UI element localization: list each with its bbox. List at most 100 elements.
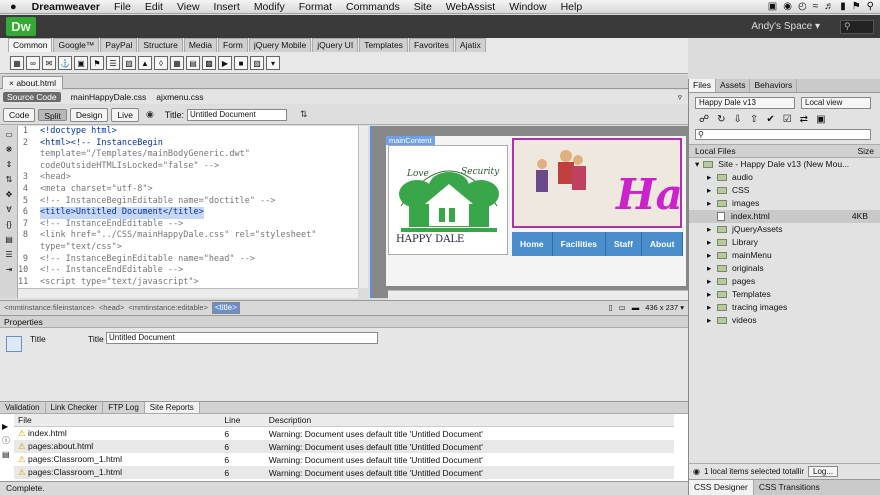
get-files-icon[interactable]: ⇩ [734, 114, 742, 125]
table-row[interactable]: ⚠ pages:Classroom_1.html 6 Warning: Docume… [14, 453, 674, 466]
ssi-icon[interactable]: ▨ [250, 56, 264, 70]
properties-header[interactable]: Properties [0, 316, 688, 328]
table-row[interactable]: ⚠ pages:Classroom_1.html 6 Warning: Docume… [14, 466, 674, 479]
site-select[interactable]: Happy Dale v13 [695, 97, 795, 109]
tab-google[interactable]: Google™ [53, 38, 100, 52]
media-icon[interactable]: ▶ [218, 56, 232, 70]
tab-jquery-mobile[interactable]: jQuery Mobile [248, 38, 312, 52]
tab-site-reports[interactable]: Site Reports [144, 402, 200, 413]
menu-format[interactable]: Format [292, 1, 339, 13]
code-line[interactable]: 8 <link href="../CSS/mainHappyDale.css" r… [18, 230, 358, 242]
view-select[interactable]: Local view [801, 97, 871, 109]
code-line[interactable]: 7 <!-- InstanceEndEditable --> [18, 219, 358, 231]
play-icon[interactable]: ▶ [2, 420, 10, 434]
anchor-icon[interactable]: ⚓ [58, 56, 72, 70]
nav-home[interactable]: Home [512, 232, 553, 256]
evernote-icon[interactable]: ◉ [783, 1, 792, 12]
script-icon[interactable]: ◊ [154, 56, 168, 70]
title-field[interactable]: Untitled Document [106, 332, 378, 344]
workspace-switcher[interactable]: Andy's Space ▾ [751, 21, 820, 32]
tab-favorites[interactable]: Favorites [408, 38, 454, 52]
code-scrollbar-horizontal[interactable] [18, 288, 358, 298]
code-scrollbar-vertical[interactable] [358, 126, 368, 288]
tab-link-checker[interactable]: Link Checker [46, 402, 104, 413]
code-line[interactable]: 5 <!-- InstanceBeginEditable name="doctit… [18, 196, 358, 208]
tab-css-transitions[interactable]: CSS Transitions [754, 480, 825, 495]
list-item[interactable]: ▸ mainMenu [689, 249, 880, 262]
tag-icon[interactable]: ⚑ [90, 56, 104, 70]
code-line[interactable]: 9 <!-- InstanceBeginEditable name="head" … [18, 254, 358, 266]
tag-fileinstance[interactable]: <mmtinstance:fileinstance> [4, 303, 95, 312]
open-documents-icon[interactable]: ▭ [3, 130, 15, 141]
menu-webassist[interactable]: WebAssist [439, 1, 502, 13]
volume-icon[interactable]: ♬ [824, 1, 834, 12]
select-parent-icon[interactable]: ∀ [3, 205, 15, 216]
title-input[interactable]: Untitled Document [186, 108, 287, 121]
filter-icon[interactable]: ▿ [678, 92, 682, 103]
div-icon[interactable]: ▦ [10, 56, 24, 70]
expand-arrow-icon[interactable]: ▸ [707, 301, 717, 314]
table-row[interactable]: ⚠ pages:about.html 6 Warning: Document use… [14, 440, 674, 453]
balance-braces-icon[interactable]: {} [3, 220, 15, 231]
check-icon[interactable]: ⇅ [300, 109, 308, 120]
expand-arrow-icon[interactable]: ▸ [707, 249, 717, 262]
collapse-selection-icon[interactable]: ⇅ [3, 175, 15, 186]
list-item[interactable]: ▸ pages [689, 275, 880, 288]
col-file[interactable]: File [14, 414, 221, 427]
tag-editable[interactable]: <mmtinstance:editable> [128, 303, 208, 312]
col-local-files[interactable]: Local Files [695, 146, 736, 156]
tab-assets[interactable]: Assets [716, 79, 751, 92]
tab-jquery-ui[interactable]: jQuery UI [312, 38, 359, 52]
tab-ftp-log[interactable]: FTP Log [103, 402, 145, 413]
related-source-code[interactable]: Source Code [3, 92, 61, 102]
tab-behaviors[interactable]: Behaviors [750, 79, 798, 92]
menu-view[interactable]: View [170, 1, 207, 13]
flag-icon[interactable]: ⚑ [852, 1, 861, 12]
code-line[interactable]: 10 <!-- InstanceEndEditable --> [18, 265, 358, 277]
list-item[interactable]: ▸ tracing images [689, 301, 880, 314]
wifi-icon[interactable]: ≈ [813, 1, 819, 12]
list-item[interactable]: ▸ jQueryAssets [689, 223, 880, 236]
code-line[interactable]: 3 <head> [18, 172, 358, 184]
code-line[interactable]: type="text/css"> [18, 242, 358, 254]
list-item[interactable]: index.html 4KB [689, 210, 880, 223]
put-files-icon[interactable]: ⇧ [750, 114, 758, 125]
tab-validation[interactable]: Validation [0, 402, 46, 413]
tab-structure[interactable]: Structure [138, 38, 183, 52]
sync-icon[interactable]: ⇄ [800, 114, 808, 125]
spotlight-icon[interactable]: ⚲ [867, 1, 874, 12]
code-line[interactable]: 6 <title>Untitled Document</title> [18, 207, 358, 219]
show-code-navigator-icon[interactable]: ❋ [3, 145, 15, 156]
time-machine-icon[interactable]: ◴ [798, 1, 807, 12]
code-view-button[interactable]: Code [3, 107, 36, 122]
expand-arrow-icon[interactable]: ▸ [707, 288, 717, 301]
app-menu[interactable]: Dreamweaver [25, 1, 107, 13]
screen-icon[interactable]: ▣ [768, 1, 777, 12]
nav-about[interactable]: About [642, 232, 684, 256]
split-view-button[interactable]: Split [38, 108, 67, 121]
menu-modify[interactable]: Modify [247, 1, 292, 13]
expand-arrow-icon[interactable]: ▸ [707, 275, 717, 288]
menu-site[interactable]: Site [407, 1, 439, 13]
expand-arrow-icon[interactable]: ▸ [707, 184, 717, 197]
expand-arrow-icon[interactable]: ▸ [707, 197, 717, 210]
nav-facilities[interactable]: Facilities [553, 232, 607, 256]
wrap-tag-icon[interactable]: ☰ [3, 250, 15, 261]
col-size[interactable]: Size [857, 146, 874, 156]
info-icon[interactable]: ⓘ [2, 434, 10, 448]
related-main-css[interactable]: mainHappyDale.css [71, 92, 147, 102]
table-row[interactable]: ⚠ index.html 6 Warning: Document uses defa… [14, 427, 674, 441]
list-item[interactable]: ▸ originals [689, 262, 880, 275]
code-view[interactable]: 1 <!doctype html> 2 <html><!-- InstanceBegi… [18, 126, 358, 288]
refresh-icon[interactable]: ↻ [717, 114, 725, 125]
code-line[interactable]: 4 <meta charset="utf-8"> [18, 184, 358, 196]
col-description[interactable]: Description [264, 414, 674, 427]
code-line[interactable]: codeOutsideHTMLIsLocked="false" --> [18, 161, 358, 173]
browser-preview-icon[interactable]: ◉ [146, 109, 154, 120]
menu-window[interactable]: Window [502, 1, 553, 13]
list-item[interactable]: ▸ videos [689, 314, 880, 327]
form-icon[interactable]: ▤ [186, 56, 200, 70]
template-icon[interactable]: ▧ [122, 56, 136, 70]
code-line[interactable]: template="/Templates/mainBodyGeneric.dwt… [18, 149, 358, 161]
related-menu-css[interactable]: ajxmenu.css [156, 92, 203, 102]
